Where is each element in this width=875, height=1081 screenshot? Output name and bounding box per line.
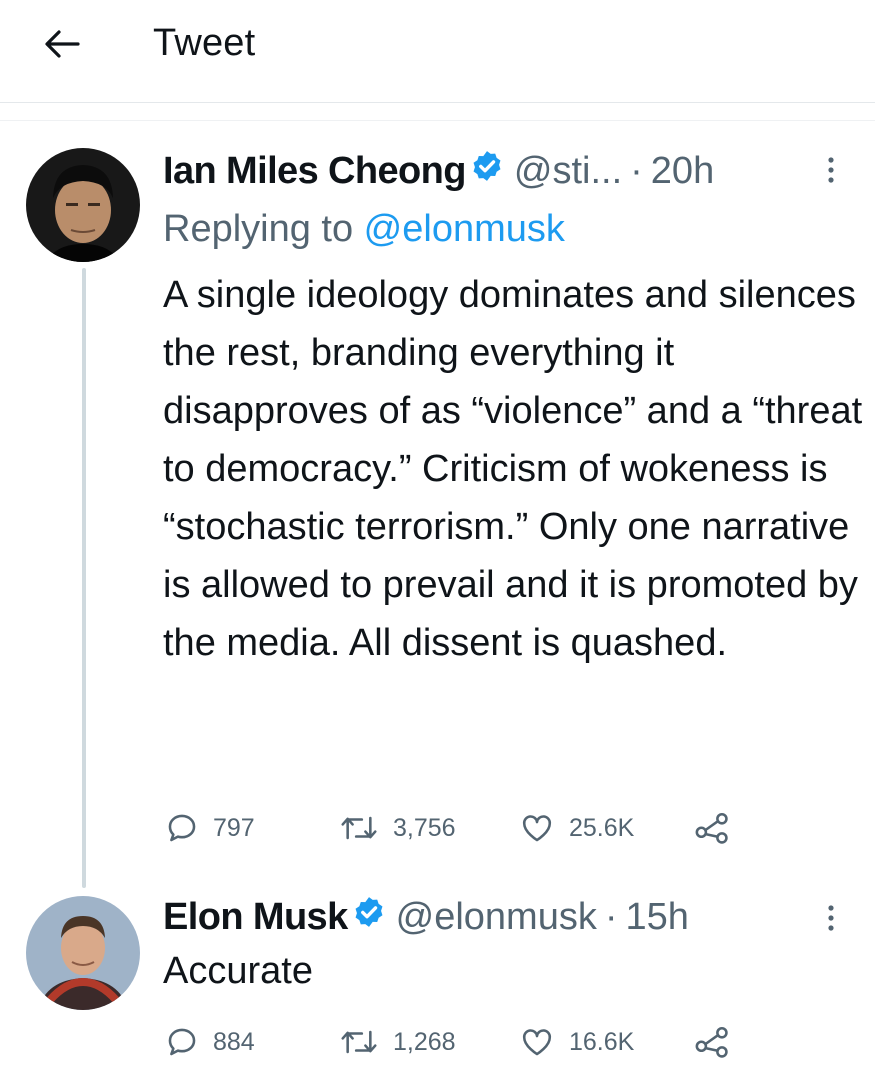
- avatar[interactable]: [26, 148, 140, 262]
- author-handle[interactable]: @sti...: [514, 150, 622, 193]
- divider: [0, 120, 875, 121]
- separator-dot: ·: [630, 149, 643, 192]
- back-button[interactable]: [36, 20, 88, 68]
- reply-share-button[interactable]: [693, 1020, 731, 1064]
- top-bar: Tweet: [0, 0, 875, 102]
- tweet-text: A single ideology dominates and silences…: [163, 274, 863, 664]
- divider: [0, 102, 875, 103]
- like-count: 25.6K: [569, 813, 635, 842]
- reply-author-handle[interactable]: @elonmusk: [396, 896, 597, 939]
- like-icon: [522, 815, 552, 842]
- reply-actions: 884 1,268 16.6K: [163, 1020, 763, 1064]
- retweet-count: 3,756: [393, 813, 456, 842]
- retweet-button[interactable]: 3,756: [339, 806, 456, 850]
- replying-to: Replying to @elonmusk: [163, 208, 565, 251]
- reply-icon: [168, 814, 196, 842]
- reply-icon: [168, 1028, 196, 1056]
- page-title: Tweet: [153, 22, 256, 64]
- replying-to-link[interactable]: @elonmusk: [364, 208, 565, 250]
- author-name[interactable]: Ian Miles Cheong: [163, 150, 466, 193]
- reply-button[interactable]: 797: [165, 806, 255, 850]
- replying-prefix: Replying to: [163, 208, 364, 250]
- verified-badge-icon: [470, 149, 504, 193]
- reply-author-name[interactable]: Elon Musk: [163, 896, 348, 939]
- retweet-icon: [341, 1030, 377, 1054]
- retweet-icon: [341, 816, 377, 840]
- share-icon: [695, 1026, 728, 1058]
- more-icon: [828, 905, 834, 931]
- reply-like-button[interactable]: 16.6K: [519, 1020, 634, 1064]
- reply-avatar[interactable]: [26, 896, 140, 1010]
- reply-retweet-count: 1,268: [393, 1027, 456, 1056]
- reply-more-options-button[interactable]: [816, 898, 846, 938]
- timestamp[interactable]: 20h: [651, 150, 714, 193]
- thread-connector: [82, 268, 86, 888]
- tweet-header: Ian Miles Cheong @sti... · 20h: [163, 148, 714, 194]
- back-arrow-icon: [45, 30, 80, 58]
- more-options-button[interactable]: [816, 150, 846, 190]
- reply-reply-count: 884: [213, 1027, 255, 1056]
- reply-timestamp[interactable]: 15h: [626, 896, 689, 939]
- tweet-actions: 797 3,756 25.6K: [163, 806, 763, 850]
- reply-count: 797: [213, 813, 255, 842]
- separator-dot: ·: [604, 895, 618, 938]
- like-icon: [522, 1029, 552, 1056]
- verified-badge-icon: [352, 895, 386, 939]
- reply-like-count: 16.6K: [569, 1027, 635, 1056]
- more-icon: [828, 157, 834, 183]
- like-button[interactable]: 25.6K: [519, 806, 634, 850]
- reply-header: Elon Musk @elonmusk · 15h: [163, 894, 689, 940]
- reply-retweet-button[interactable]: 1,268: [339, 1020, 456, 1064]
- reply-reply-button[interactable]: 884: [165, 1020, 255, 1064]
- share-icon: [695, 812, 728, 844]
- share-button[interactable]: [693, 806, 731, 850]
- reply-text: Accurate: [163, 950, 313, 992]
